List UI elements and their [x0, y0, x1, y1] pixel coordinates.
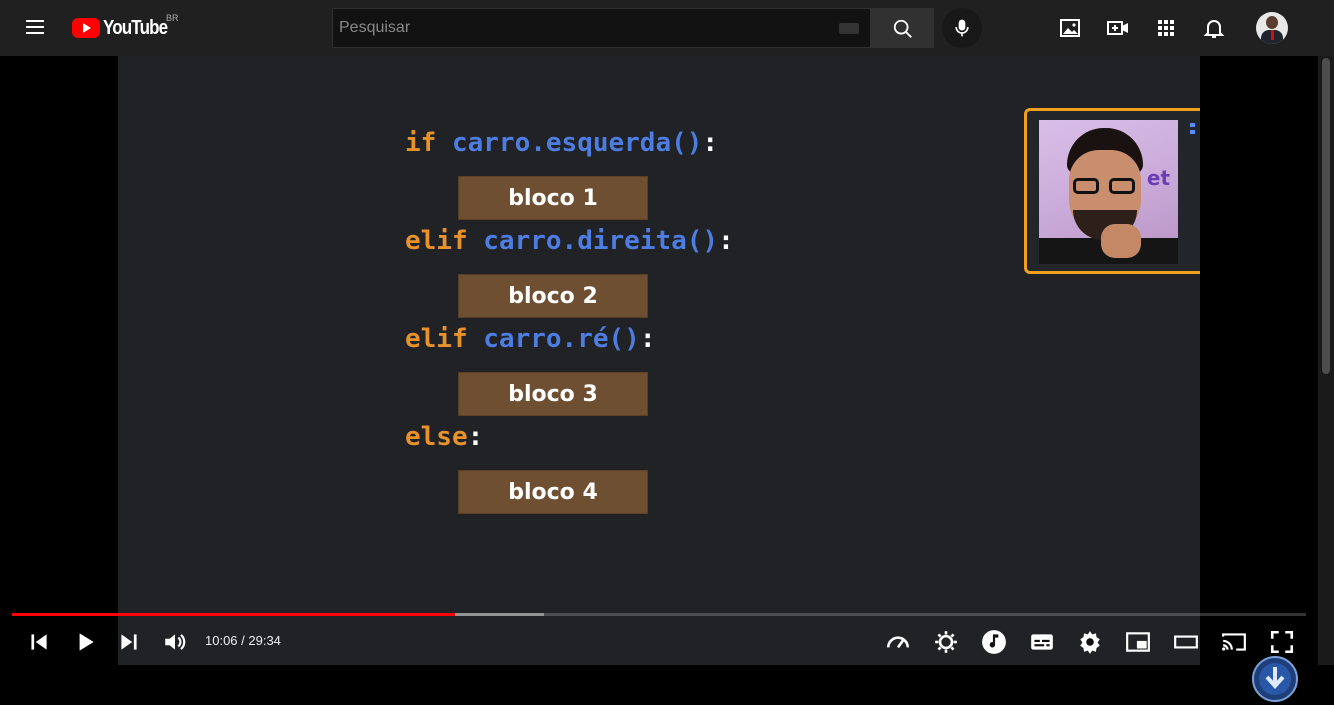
volume-icon[interactable] — [162, 629, 188, 655]
notifications-icon[interactable] — [1202, 16, 1226, 40]
code-keyword: else — [405, 422, 468, 452]
search-button[interactable] — [870, 8, 934, 48]
youtube-logo[interactable]: YouTube BR — [72, 13, 192, 40]
fullscreen-icon[interactable] — [1269, 629, 1295, 655]
country-code: BR — [166, 13, 179, 23]
time-display: 10:06 / 29:34 — [205, 633, 281, 648]
code-keyword: elif — [405, 324, 468, 354]
image-icon[interactable] — [1058, 16, 1082, 40]
code-block: bloco 4 — [458, 470, 648, 514]
code-punctuation: : — [467, 422, 484, 452]
code-punctuation: : — [718, 226, 734, 256]
code-punctuation: : — [702, 128, 719, 158]
search-input[interactable] — [333, 9, 833, 47]
search-icon — [893, 19, 912, 38]
avatar[interactable] — [1256, 12, 1288, 44]
code-expression: carro.esquerda() — [451, 128, 703, 158]
voice-search-button[interactable] — [942, 8, 982, 48]
video-player[interactable]: if carro.esquerda(): bloco 1 elif carro.… — [0, 56, 1318, 702]
youtube-play-logo-icon — [72, 18, 100, 38]
miniplayer-icon[interactable] — [1125, 629, 1151, 655]
code-expression: carro.ré() — [483, 324, 640, 354]
mic-icon — [955, 19, 969, 37]
code-line: elif carro.ré(): — [405, 324, 655, 354]
code-line: elif carro.direita(): — [405, 226, 734, 256]
masthead: YouTube BR — [0, 0, 1334, 56]
webcam-overlay: et — [1024, 108, 1200, 274]
search-box — [332, 8, 871, 48]
logo-text: YouTube — [103, 17, 168, 39]
previous-icon[interactable] — [26, 629, 52, 655]
video-frame[interactable]: if carro.esquerda(): bloco 1 elif carro.… — [118, 56, 1200, 665]
code-keyword: if — [405, 128, 437, 158]
settings-gear-icon[interactable] — [933, 629, 959, 655]
progress-bar[interactable] — [12, 613, 1306, 616]
keyboard-icon[interactable] — [839, 23, 859, 34]
code-expression: carro.direita() — [483, 226, 719, 256]
download-arrow-icon[interactable] — [1252, 656, 1298, 702]
speed-icon[interactable] — [885, 629, 911, 655]
create-video-icon[interactable] — [1106, 16, 1130, 40]
page-scrollbar[interactable] — [1318, 56, 1334, 665]
progress-played — [12, 613, 455, 616]
code-keyword: elif — [405, 226, 468, 256]
play-icon[interactable] — [72, 629, 98, 655]
theater-mode-icon[interactable] — [1173, 629, 1199, 655]
decoration-dots — [1190, 123, 1195, 135]
menu-icon[interactable] — [24, 18, 48, 38]
code-line: else: — [405, 422, 483, 452]
code-punctuation: : — [639, 324, 656, 354]
scrollbar-thumb[interactable] — [1322, 58, 1330, 374]
code-block: bloco 2 — [458, 274, 648, 318]
code-block: bloco 3 — [458, 372, 648, 416]
apps-icon[interactable] — [1154, 16, 1178, 40]
webcam-background-text: et — [1146, 166, 1170, 190]
settings-icon[interactable] — [1077, 629, 1103, 655]
music-note-icon[interactable] — [981, 629, 1007, 655]
next-icon[interactable] — [116, 629, 142, 655]
subtitles-icon[interactable] — [1029, 629, 1055, 655]
cast-icon[interactable] — [1221, 629, 1247, 655]
code-block: bloco 1 — [458, 176, 648, 220]
code-line: if carro.esquerda(): — [405, 128, 718, 158]
presenter-webcam: et — [1039, 120, 1178, 264]
